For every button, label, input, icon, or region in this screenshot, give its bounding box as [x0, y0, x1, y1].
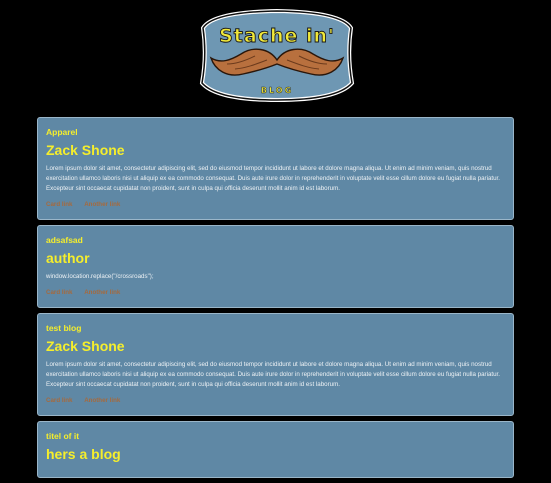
card-link[interactable]: Card link: [46, 289, 72, 296]
stache-in-blog-logo: Stache in' BLOG: [199, 8, 355, 102]
blog-card: test blog Zack Shone Lorem ipsum dolor s…: [37, 313, 514, 416]
blog-card: Apparel Zack Shone Lorem ipsum dolor sit…: [37, 117, 514, 220]
blog-feed: Apparel Zack Shone Lorem ipsum dolor sit…: [37, 117, 514, 483]
card-subtitle: titel of it: [46, 431, 80, 441]
card-title: hers a blog: [46, 446, 121, 462]
card-links: Card link Another link: [46, 200, 505, 210]
another-link[interactable]: Another link: [84, 201, 120, 208]
card-title: Zack Shone: [46, 142, 125, 158]
site-logo[interactable]: Stache in' BLOG: [197, 8, 357, 102]
card-link[interactable]: Card link: [46, 201, 72, 208]
card-subtitle: adsafsad: [46, 235, 83, 245]
card-text: window.location.replace("/crossroads");: [46, 273, 154, 280]
another-link[interactable]: Another link: [84, 397, 120, 404]
card-links: Card link Another link: [46, 288, 505, 298]
card-text: Lorem ipsum dolor sit amet, consectetur …: [46, 165, 500, 192]
card-links: Card link Another link: [46, 396, 505, 406]
logo-title-text: Stache in': [219, 25, 335, 47]
blog-card: adsafsad author window.location.replace(…: [37, 225, 514, 308]
card-link[interactable]: Card link: [46, 397, 72, 404]
card-subtitle: test blog: [46, 323, 82, 333]
card-text: Lorem ipsum dolor sit amet, consectetur …: [46, 361, 500, 388]
card-subtitle: Apparel: [46, 127, 78, 137]
card-title: Zack Shone: [46, 338, 125, 354]
another-link[interactable]: Another link: [84, 289, 120, 296]
card-title: author: [46, 250, 90, 266]
logo-subtitle-text: BLOG: [261, 86, 293, 95]
blog-card: titel of it hers a blog: [37, 421, 514, 478]
